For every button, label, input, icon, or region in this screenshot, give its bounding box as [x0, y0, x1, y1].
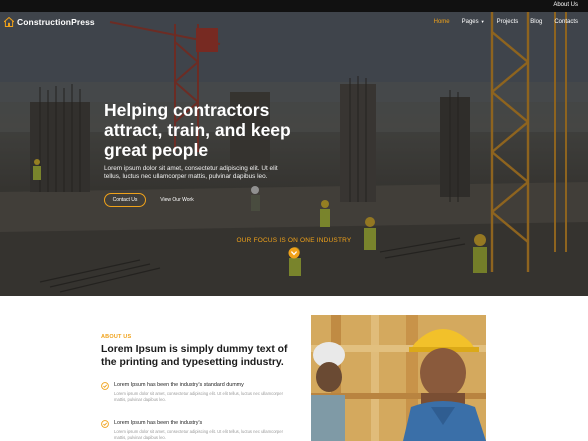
- main-navbar: ConstructionPress Home Pages ▼ Projects B…: [0, 12, 588, 34]
- hero-description: Lorem ipsum dolor sit amet, consectetur …: [104, 165, 278, 181]
- check-circle-icon: [101, 382, 109, 390]
- nav-item-projects[interactable]: Projects: [497, 19, 519, 25]
- hero-title: Helping contractors attract, train, and …: [104, 100, 291, 160]
- nav-item-blog[interactable]: Blog: [530, 19, 542, 25]
- nav-item-pages-label: Pages: [461, 19, 479, 25]
- chevron-down-circle-icon[interactable]: [288, 247, 300, 259]
- site-logo[interactable]: ConstructionPress: [4, 17, 95, 27]
- chevron-down-icon: ▼: [480, 19, 485, 24]
- top-utility-bar: About Us: [0, 0, 588, 12]
- contact-us-button[interactable]: Contact Us: [104, 193, 146, 207]
- house-logo-icon: [4, 17, 14, 27]
- nav-item-home[interactable]: Home: [434, 19, 450, 25]
- feature-description: Lorem ipsum dolor sit amet, consectetur …: [114, 429, 283, 440]
- brand-name: ConstructionPress: [17, 17, 95, 27]
- industry-focus-text: OUR FOCUS IS ON ONE INDUSTRY: [236, 237, 352, 244]
- view-our-work-button[interactable]: View Our Work: [156, 193, 198, 207]
- feature-title: Lorem Ipsum has been the industry's: [114, 420, 203, 426]
- feature-title: Lorem Ipsum has been the industry's stan…: [114, 382, 244, 388]
- nav-item-contacts[interactable]: Contacts: [554, 19, 578, 25]
- top-about-link[interactable]: About Us: [553, 2, 578, 8]
- nav-menu: Home Pages ▼ Projects Blog Contacts: [434, 19, 578, 25]
- feature-description: Lorem ipsum dolor sit amet, consectetur …: [114, 391, 283, 402]
- about-section-title: Lorem Ipsum is simply dummy text of the …: [101, 344, 288, 369]
- nav-item-pages[interactable]: Pages ▼: [462, 19, 485, 25]
- check-circle-icon: [101, 420, 109, 428]
- about-workers-photo: [311, 315, 486, 441]
- about-section-label: ABOUT US: [101, 334, 132, 340]
